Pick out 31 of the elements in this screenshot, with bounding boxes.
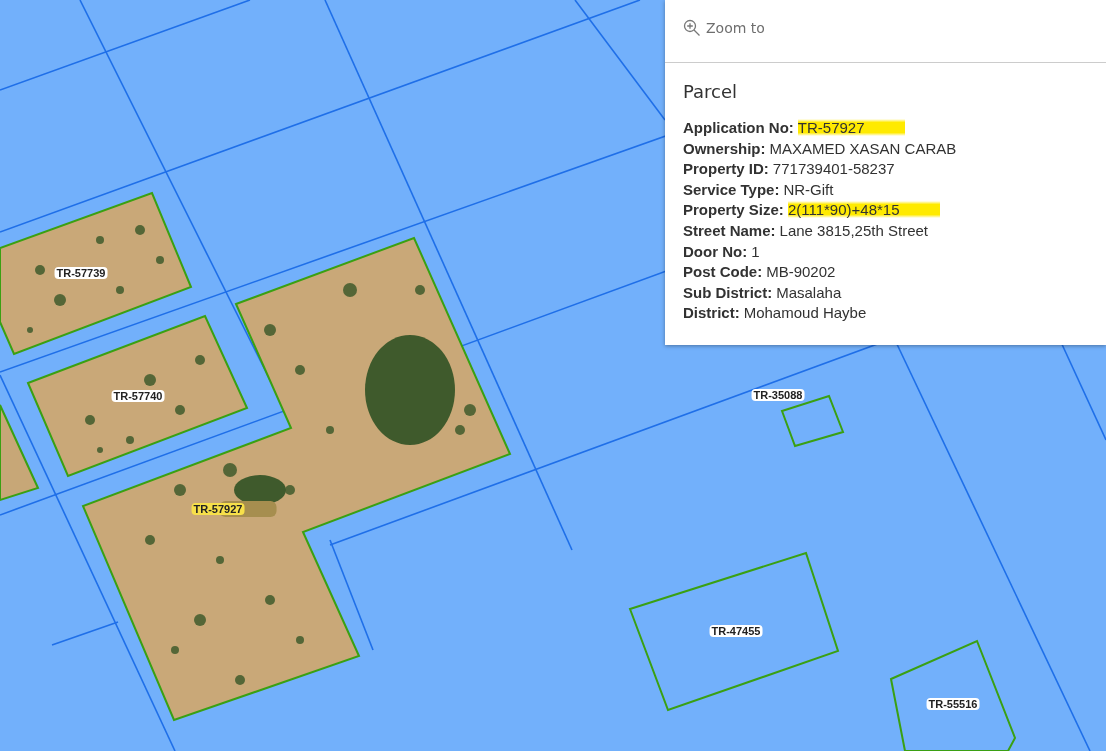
field-label: Application No: (683, 119, 794, 136)
field-label: Property ID: (683, 160, 769, 178)
field-value: 2(111*90)+48*15 (787, 201, 940, 219)
field-value: 1 (751, 242, 760, 260)
parcel-label: TR-55516 (926, 698, 980, 710)
field-value: Masalaha (776, 283, 842, 301)
field-value: 771739401-58237 (772, 160, 895, 178)
zoom-to-button[interactable]: Zoom to (683, 19, 765, 37)
parcel-outline[interactable] (889, 639, 1017, 751)
zoom-in-icon (683, 19, 701, 37)
parcel-label: TR-47455 (709, 625, 763, 637)
parcel-label: TR-57739 (54, 267, 108, 279)
field-label: Service Type: (683, 180, 780, 198)
field-label: Ownership: (683, 139, 766, 157)
field-label: District: (683, 304, 740, 322)
field-value: Lane 3815,25th Street (779, 221, 928, 239)
field-value: MAXAMED XASAN CARAB (769, 139, 957, 157)
popup-title: Parcel (683, 81, 739, 102)
field-value: TR-57927 (797, 119, 905, 136)
parcel-imagery[interactable] (26, 314, 249, 478)
parcel-label: TR-35088 (751, 389, 805, 401)
parcel-label: TR-57740 (111, 390, 165, 402)
field-label: Property Size: (683, 201, 784, 219)
field-label: Street Name: (683, 221, 776, 239)
parcel-imagery[interactable] (0, 191, 193, 356)
field-value: Mohamoud Haybe (743, 304, 867, 322)
field-label: Sub District: (683, 283, 773, 301)
field-value: NR-Gift (783, 180, 834, 198)
field-value: MB-90202 (766, 263, 836, 281)
field-label: Door No: (683, 242, 748, 260)
field-label: Post Code: (683, 263, 763, 281)
